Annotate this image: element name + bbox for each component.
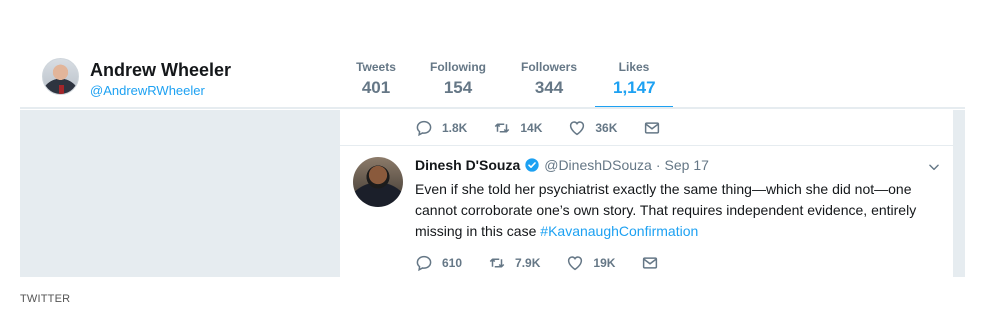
tweet-author-handle[interactable]: @DineshDSouza (544, 157, 652, 173)
tweet-timestamp[interactable]: Sep 17 (665, 157, 709, 173)
like-icon (568, 256, 583, 271)
retweet-button[interactable]: 7.9K (488, 254, 540, 272)
retweet-count: 7.9K (515, 256, 541, 270)
reply-icon (416, 255, 432, 272)
like-button[interactable]: 19K (566, 254, 615, 272)
stat-followers-value: 344 (534, 78, 564, 97)
reply-icon (416, 120, 432, 137)
stat-followers[interactable]: Followers 344 (519, 60, 579, 98)
prev-message-button[interactable] (643, 119, 661, 137)
reply-button[interactable]: 610 (415, 254, 462, 272)
reply-count: 610 (442, 256, 463, 270)
message-icon (645, 122, 660, 134)
stat-likes[interactable]: Likes 1,147 (595, 60, 673, 109)
like-count: 19K (593, 256, 616, 270)
tweet-author-avatar[interactable] (353, 157, 403, 207)
message-icon (643, 257, 658, 269)
message-button[interactable] (641, 254, 659, 272)
stat-tweets[interactable]: Tweets 401 (353, 60, 399, 98)
nav-divider (20, 107, 965, 109)
tweet-hashtag-link[interactable]: #KavanaughConfirmation (540, 223, 698, 239)
stat-followers-label: Followers (520, 60, 577, 74)
prev-reply-button[interactable]: 1.8K (415, 119, 467, 137)
stat-following[interactable]: Following 154 (427, 60, 489, 98)
stat-tweets-value: 401 (361, 78, 391, 97)
retweet-icon (489, 258, 505, 268)
prev-like-button[interactable]: 36K (568, 119, 617, 137)
stat-following-value: 154 (443, 78, 473, 97)
stat-following-label: Following (430, 60, 486, 74)
prev-like-count: 36K (595, 121, 618, 135)
prev-tweet-actions: 1.8K 14K 36K (415, 118, 687, 138)
prev-retweet-button[interactable]: 14K (493, 119, 542, 137)
verified-badge-icon (525, 158, 539, 172)
right-gutter (953, 110, 965, 277)
like-icon (570, 121, 585, 136)
stat-tweets-label: Tweets (356, 60, 396, 74)
profile-display-name[interactable]: Andrew Wheeler (90, 60, 231, 81)
header-separator: · (655, 157, 661, 173)
image-credit: TWITTER (20, 293, 71, 305)
tweet-header: Dinesh D'Souza @DineshDSouza · Sep 17 (415, 157, 709, 173)
profile-avatar[interactable] (42, 58, 79, 95)
tweet-separator (340, 145, 953, 146)
tweet-body: Even if she told her psychiatrist exactl… (415, 179, 945, 242)
tweet-author-name[interactable]: Dinesh D'Souza (415, 157, 520, 173)
chevron-down-icon[interactable] (927, 160, 941, 174)
prev-retweet-count: 14K (520, 121, 543, 135)
stat-likes-value: 1,147 (613, 78, 656, 97)
stat-likes-label: Likes (618, 60, 650, 74)
profile-nav-bar: Andrew Wheeler @AndrewRWheeler Tweets 40… (0, 0, 989, 110)
retweet-icon (495, 123, 510, 133)
left-sidebar-panel (20, 110, 340, 277)
prev-reply-count: 1.8K (442, 121, 468, 135)
profile-handle[interactable]: @AndrewRWheeler (90, 83, 205, 98)
tweet-actions: 610 7.9K 19K (415, 253, 685, 273)
